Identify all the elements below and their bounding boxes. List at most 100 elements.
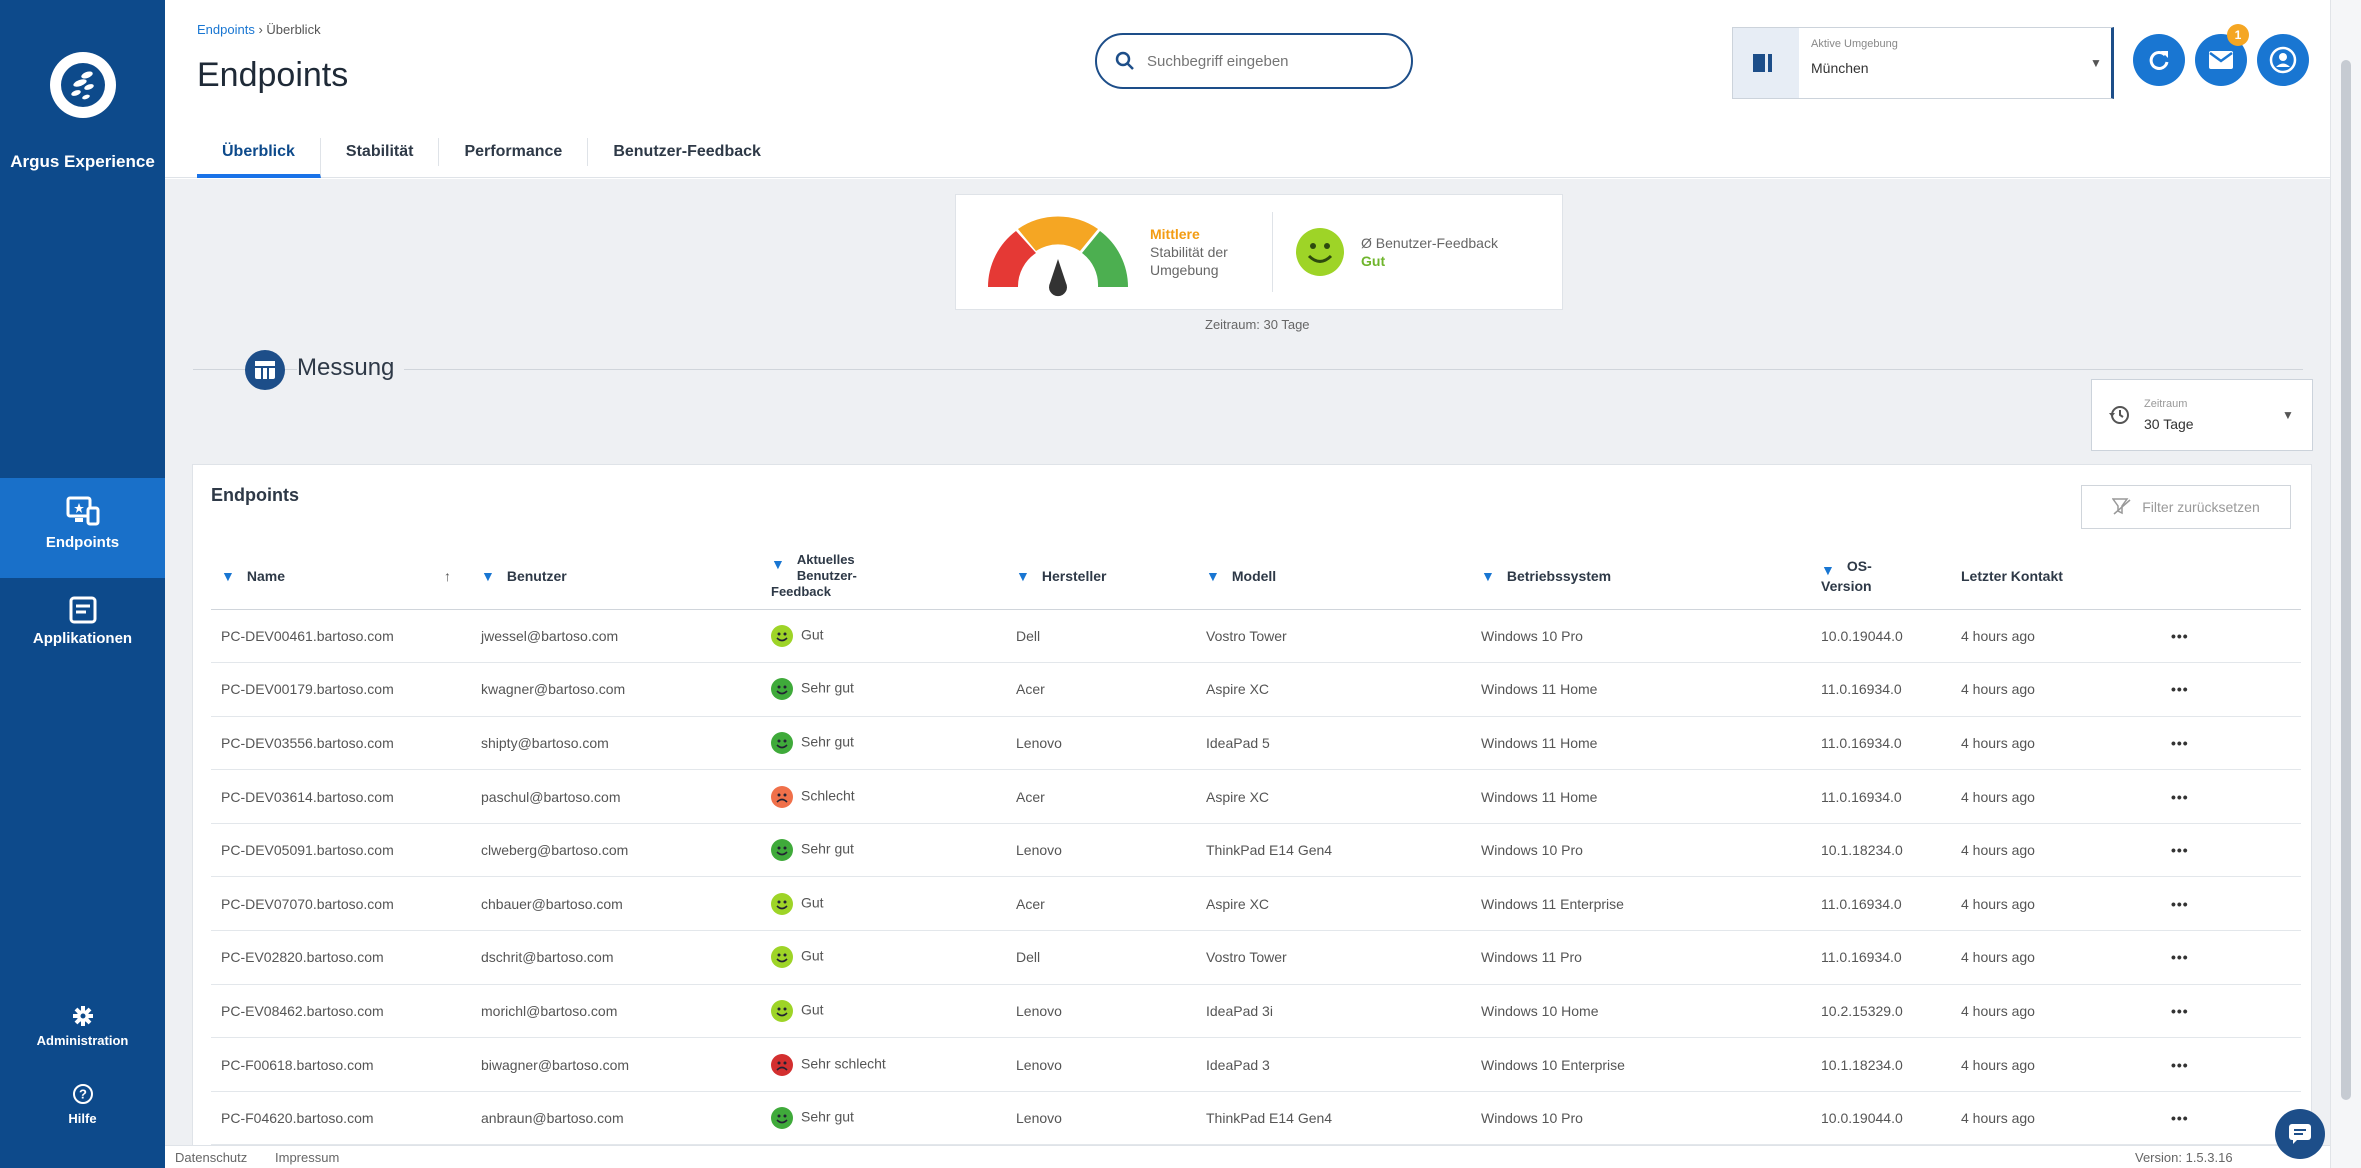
cell-os: Windows 10 Enterprise [1471, 1037, 1811, 1092]
smiley-good-icon [771, 624, 793, 647]
cell-feedback: Sehr gut [761, 1091, 1006, 1146]
cell-name: PC-F04620.bartoso.com [211, 1091, 471, 1146]
table-row[interactable]: PC-EV08462.bartoso.com morichl@bartoso.co… [211, 984, 2301, 1039]
cell-feedback: Sehr schlecht [761, 1037, 1006, 1092]
table-section-icon [245, 350, 285, 390]
smiley-very-bad-icon [771, 1053, 793, 1076]
period-label: Zeitraum [2144, 398, 2188, 410]
table-row[interactable]: PC-DEV03556.bartoso.com shipty@bartoso.co… [211, 716, 2301, 771]
cell-os-version: 10.0.19044.0 [1811, 1091, 1951, 1146]
filter-icon[interactable]: ▼ [1206, 568, 1220, 584]
filter-icon[interactable]: ▼ [1821, 562, 1835, 578]
cell-os-version: 11.0.16934.0 [1811, 930, 1951, 985]
privacy-link[interactable]: Datenschutz [175, 1150, 247, 1165]
cell-user: kwagner@bartoso.com [471, 662, 761, 717]
cell-os-version: 11.0.16934.0 [1811, 662, 1951, 717]
column-header-feedback[interactable]: ▼ Aktuelles Benutzer-Feedback [761, 543, 1006, 610]
table-row[interactable]: PC-DEV03614.bartoso.com paschul@bartoso.c… [211, 769, 2301, 824]
cell-os-version: 10.1.18234.0 [1811, 823, 1951, 878]
row-actions-button[interactable]: ••• [2161, 769, 2301, 824]
row-actions-button[interactable]: ••• [2161, 930, 2301, 985]
cell-feedback: Gut [761, 984, 1006, 1039]
row-actions-button[interactable]: ••• [2161, 1037, 2301, 1092]
argus-logo[interactable] [50, 52, 116, 118]
imprint-link[interactable]: Impressum [275, 1150, 339, 1165]
table-row[interactable]: PC-DEV07070.bartoso.com chbauer@bartoso.c… [211, 876, 2301, 932]
page-scrollbar[interactable] [2330, 0, 2361, 1168]
sort-ascending-icon[interactable]: ↑ [444, 568, 451, 584]
cell-vendor: Lenovo [1006, 1037, 1196, 1092]
cell-vendor: Lenovo [1006, 716, 1196, 771]
scrollbar-thumb[interactable] [2341, 60, 2351, 1100]
sidebar-item-label: Hilfe [68, 1111, 97, 1126]
cell-vendor: Dell [1006, 609, 1196, 664]
tab-stabilitat[interactable]: Stabilität [321, 138, 440, 166]
tab-benutzer-feedback[interactable]: Benutzer-Feedback [588, 138, 786, 166]
table-row[interactable]: PC-DEV00461.bartoso.com jwessel@bartoso.c… [211, 609, 2301, 664]
cell-os: Windows 11 Home [1471, 662, 1811, 717]
tab-uberblick[interactable]: Überblick [197, 138, 321, 178]
sidebar-item-endpoints[interactable]: Endpoints [0, 478, 179, 578]
filter-icon[interactable]: ▼ [1016, 568, 1030, 584]
column-header-vendor[interactable]: ▼ Hersteller [1006, 543, 1196, 610]
cell-last-contact: 4 hours ago [1951, 609, 2161, 664]
table-row[interactable]: PC-F00618.bartoso.com biwagner@bartoso.co… [211, 1037, 2301, 1092]
tab-performance[interactable]: Performance [439, 138, 589, 166]
filter-icon[interactable]: ▼ [481, 568, 495, 584]
row-actions-button[interactable]: ••• [2161, 609, 2301, 664]
smiley-very-good-icon [771, 678, 793, 701]
column-header-actions [2161, 543, 2301, 610]
sidebar-item-applikationen[interactable]: Applikationen [0, 592, 165, 647]
row-actions-button[interactable]: ••• [2161, 662, 2301, 717]
user-menu-button[interactable] [2257, 34, 2309, 86]
filter-icon[interactable]: ▼ [771, 556, 785, 572]
table-row[interactable]: PC-DEV00179.bartoso.com kwagner@bartoso.c… [211, 662, 2301, 717]
row-actions-button[interactable]: ••• [2161, 823, 2301, 878]
table-row[interactable]: PC-F04620.bartoso.com anbraun@bartoso.com… [211, 1091, 2301, 1146]
more-icon: ••• [2171, 627, 2189, 644]
main-content: Mittlere Stabilität der Umgebung Ø Benut… [165, 179, 2330, 1164]
period-select[interactable]: Zeitraum 30 Tage ▼ [2091, 379, 2313, 451]
cell-os: Windows 11 Home [1471, 769, 1811, 824]
cell-model: IdeaPad 5 [1196, 716, 1471, 771]
table-row[interactable]: PC-EV02820.bartoso.com dschrit@bartoso.co… [211, 930, 2301, 985]
breadcrumb-root[interactable]: Endpoints [197, 22, 255, 37]
chat-button[interactable] [2275, 1109, 2325, 1159]
sidebar-item-help[interactable]: ? Hilfe [0, 1083, 165, 1126]
column-header-os[interactable]: ▼ Betriebssystem [1471, 543, 1811, 610]
sidebar-item-administration[interactable]: Administration [0, 1005, 165, 1048]
row-actions-button[interactable]: ••• [2161, 716, 2301, 771]
messages-button[interactable]: 1 [2195, 24, 2249, 86]
table-row[interactable]: PC-DEV05091.bartoso.com clweberg@bartoso.… [211, 823, 2301, 878]
period-note: Zeitraum: 30 Tage [1205, 317, 1310, 332]
environment-value: München [1811, 60, 1869, 76]
cell-vendor: Lenovo [1006, 1091, 1196, 1146]
cell-os: Windows 11 Enterprise [1471, 876, 1811, 932]
cell-user: jwessel@bartoso.com [471, 609, 761, 664]
more-icon: ••• [2171, 895, 2189, 912]
filter-icon[interactable]: ▼ [1481, 568, 1495, 584]
column-header-model[interactable]: ▼ Modell [1196, 543, 1471, 610]
row-actions-button[interactable]: ••• [2161, 984, 2301, 1039]
smiley-bad-icon [771, 785, 793, 808]
refresh-button[interactable] [2133, 34, 2185, 86]
search-icon [1115, 51, 1134, 70]
search-box[interactable] [1095, 33, 1413, 89]
filter-icon[interactable]: ▼ [221, 568, 235, 584]
cell-os: Windows 10 Pro [1471, 823, 1811, 878]
column-header-last-contact[interactable]: Letzter Kontakt [1951, 543, 2161, 610]
cell-model: Vostro Tower [1196, 609, 1471, 664]
column-header-os-version[interactable]: ▼ OS-Version [1811, 543, 1951, 610]
cell-feedback: Gut [761, 930, 1006, 985]
search-input[interactable] [1147, 52, 1387, 70]
column-header-user[interactable]: ▼ Benutzer [471, 543, 761, 610]
cell-name: PC-DEV05091.bartoso.com [211, 823, 471, 878]
argus-logo-icon [61, 63, 105, 107]
reset-filter-button[interactable]: Filter zurücksetzen [2081, 485, 2291, 529]
row-actions-button[interactable]: ••• [2161, 876, 2301, 932]
environment-select[interactable]: Aktive Umgebung München ▼ [1732, 27, 2114, 99]
cell-vendor: Lenovo [1006, 823, 1196, 878]
reset-filter-label: Filter zurücksetzen [2142, 499, 2260, 515]
column-header-name[interactable]: ▼ Name ↑ [211, 543, 471, 610]
smiley-very-good-icon [771, 731, 793, 754]
